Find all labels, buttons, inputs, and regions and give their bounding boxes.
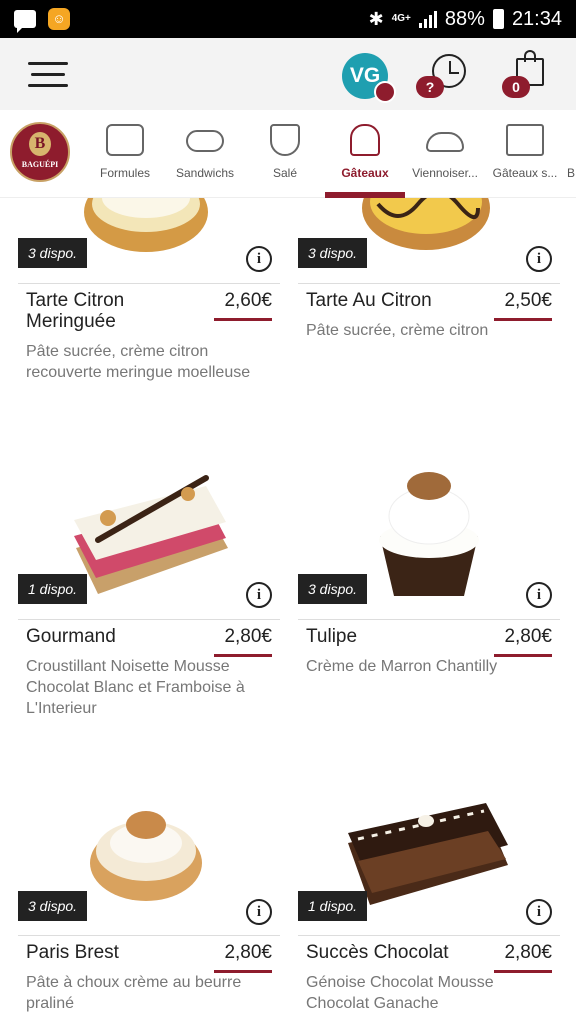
product-name: Gourmand xyxy=(26,626,116,647)
product-description: Pâte sucrée, crème citron xyxy=(306,322,489,339)
tab-more[interactable]: B xyxy=(566,110,576,198)
network-type: 4G+ xyxy=(391,13,411,24)
divider xyxy=(298,619,560,620)
product-name: Tarte Citron Meringuée xyxy=(26,290,125,332)
info-icon[interactable]: i xyxy=(246,246,272,272)
info-icon[interactable]: i xyxy=(246,899,272,925)
help-badge[interactable]: ? xyxy=(416,76,444,98)
divider xyxy=(18,935,280,936)
product-description: Génoise Chocolat Mousse Chocolat Ganache xyxy=(306,974,494,1012)
info-icon[interactable]: i xyxy=(526,899,552,925)
pizza-slice-icon xyxy=(270,124,300,156)
store-badge-icon xyxy=(374,81,396,103)
tab-label: Gâteaux xyxy=(341,166,389,180)
cupcake-icon xyxy=(350,124,380,156)
tab-label: Gâteaux s... xyxy=(492,166,558,180)
tab-sandwichs[interactable]: Sandwichs xyxy=(170,110,240,198)
tab-formules[interactable]: Formules xyxy=(90,110,160,198)
product-description: Croustillant Noisette Mousse Chocolat Bl… xyxy=(26,658,245,717)
product-price: 2,80€ xyxy=(224,626,272,647)
availability-badge: 3 dispo. xyxy=(298,238,368,268)
divider xyxy=(298,283,560,284)
product-price: 2,50€ xyxy=(504,290,552,311)
availability-badge: 3 dispo. xyxy=(298,574,368,604)
info-icon[interactable]: i xyxy=(526,246,552,272)
layer-cake-icon xyxy=(506,124,544,156)
sandwich-icon xyxy=(186,130,224,152)
tab-label: Formules xyxy=(99,166,150,180)
app-notification-icon: ☺ xyxy=(48,8,70,30)
info-icon[interactable]: i xyxy=(526,582,552,608)
clock-time: 21:34 xyxy=(511,7,562,30)
product-description: Crème de Marron Chantilly xyxy=(306,658,498,675)
tab-gateaux-soiree[interactable]: Gâteaux s... xyxy=(487,110,563,198)
baguepi-logo[interactable]: B BAGUÉPI xyxy=(10,122,70,182)
product-card[interactable]: 1 dispo. i Succès Chocolat 2,80€ Génoise… xyxy=(298,773,560,1024)
product-price: 2,80€ xyxy=(504,942,552,963)
logo-letter: B xyxy=(29,132,51,156)
availability-badge: 1 dispo. xyxy=(18,574,88,604)
tab-label: Viennoiser... xyxy=(412,166,478,180)
bluetooth-icon: ✱ xyxy=(368,8,384,29)
availability-badge: 3 dispo. xyxy=(18,238,88,268)
product-name: Tulipe xyxy=(306,626,358,647)
product-price: 2,80€ xyxy=(224,942,272,963)
product-card[interactable]: 3 dispo. i Tarte Au Citron 2,50€ Pâte su… xyxy=(298,198,560,418)
product-name: Paris Brest xyxy=(26,942,119,963)
status-bar: ☺ ✱ 4G+ 88% 21:34 xyxy=(0,0,576,38)
availability-badge: 3 dispo. xyxy=(18,891,88,921)
tab-gateaux[interactable]: Gâteaux xyxy=(325,110,405,198)
tab-label: Salé xyxy=(272,166,298,180)
product-card[interactable]: 3 dispo. i Tarte Citron Meringuée 2,60€ … xyxy=(18,198,280,418)
divider xyxy=(298,935,560,936)
product-card[interactable]: 3 dispo. i Paris Brest 2,80€ Pâte à chou… xyxy=(18,773,280,1024)
availability-badge: 1 dispo. xyxy=(298,891,368,921)
price-underline xyxy=(214,318,272,321)
tab-viennoiseries[interactable]: Viennoiser... xyxy=(407,110,483,198)
combo-meal-icon xyxy=(106,124,144,156)
product-name: Tarte Au Citron xyxy=(306,290,432,311)
tab-label: B xyxy=(566,166,575,180)
info-icon[interactable]: i xyxy=(246,582,272,608)
product-card[interactable]: 1 dispo. i Gourmand 2,80€ Croustillant N… xyxy=(18,456,280,726)
tab-label: Sandwichs xyxy=(175,166,235,180)
logo-text: BAGUÉPI xyxy=(21,160,59,169)
product-name: Succès Chocolat xyxy=(306,942,449,963)
battery-icon xyxy=(492,9,504,29)
divider xyxy=(18,619,280,620)
product-price: 2,80€ xyxy=(504,626,552,647)
cart-count-badge[interactable]: 0 xyxy=(502,76,530,98)
signal-icon xyxy=(418,10,437,28)
app-header: VG ? 0 xyxy=(0,38,576,110)
product-description: Pâte sucrée, crème citron recouverte mer… xyxy=(26,343,251,381)
message-notification-icon xyxy=(14,10,36,33)
battery-percent: 88% xyxy=(444,7,485,30)
croissant-icon xyxy=(426,132,464,152)
avatar-initials: VG xyxy=(349,64,381,87)
product-card[interactable]: 3 dispo. i Tulipe 2,80€ Crème de Marron … xyxy=(298,456,560,726)
tab-sale[interactable]: Salé xyxy=(252,110,318,198)
product-price: 2,60€ xyxy=(224,290,272,311)
product-description: Pâte à choux crème au beurre praliné xyxy=(26,974,242,1012)
user-avatar[interactable]: VG xyxy=(342,53,396,103)
divider xyxy=(18,283,280,284)
category-tabs: B BAGUÉPI Formules Sandwichs Salé Gâteau… xyxy=(0,110,576,198)
hamburger-menu-icon[interactable] xyxy=(28,62,68,88)
product-grid: 3 dispo. i Tarte Citron Meringuée 2,60€ … xyxy=(0,198,576,1024)
